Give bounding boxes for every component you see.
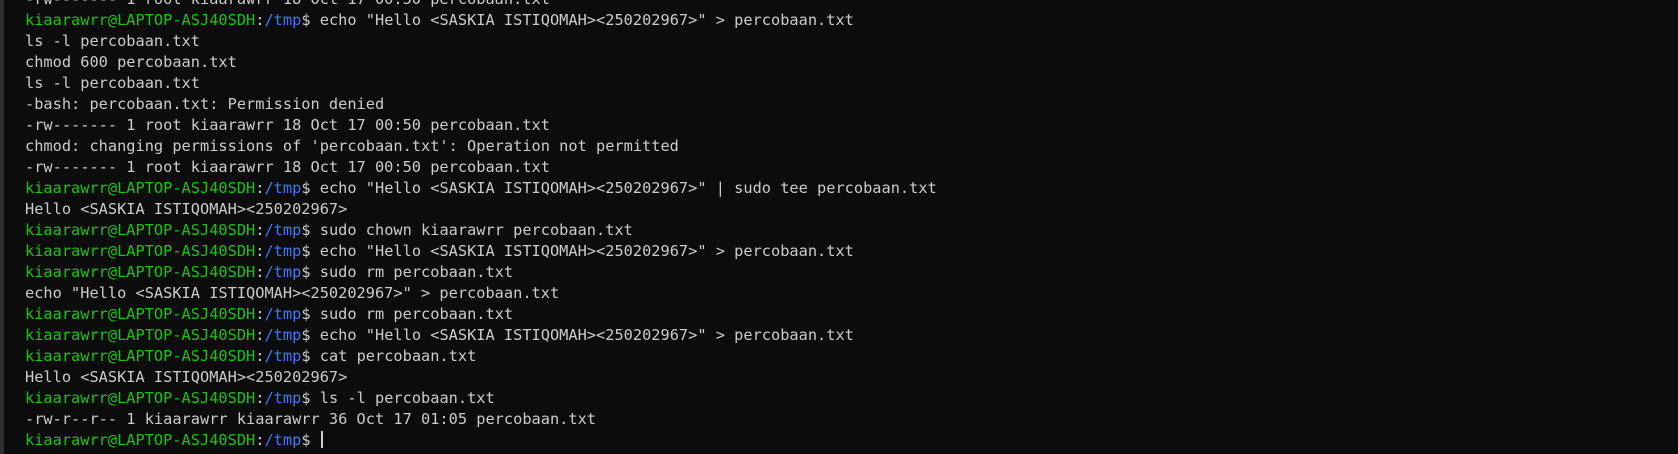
prompt-symbol: $: [301, 305, 320, 323]
command-text: echo "Hello <SASKIA ISTIQOMAH><250202967…: [319, 242, 854, 260]
output-line: Hello <SASKIA ISTIQOMAH><250202967>: [25, 367, 1678, 388]
command-text: sudo rm percobaan.txt: [319, 263, 514, 281]
prompt-line: kiaarawrr@LAPTOP-ASJ40SDH:/tmp$ sudo cho…: [25, 220, 1678, 241]
prompt-path: /tmp: [264, 389, 302, 407]
prompt-user-host: kiaarawrr@LAPTOP-ASJ40SDH: [25, 221, 256, 239]
output-line: chmod 600 percobaan.txt: [25, 52, 1678, 73]
output-line: -rw------- 1 root kiaarawrr 18 Oct 17 00…: [25, 0, 1678, 10]
output-line: echo "Hello <SASKIA ISTIQOMAH><250202967…: [25, 283, 1678, 304]
prompt-symbol: $: [301, 347, 320, 365]
terminal-output[interactable]: -rw------- 1 root kiaarawrr 18 Oct 17 00…: [25, 0, 1678, 451]
prompt-line: kiaarawrr@LAPTOP-ASJ40SDH:/tmp$ cat perc…: [25, 346, 1678, 367]
prompt-line: kiaarawrr@LAPTOP-ASJ40SDH:/tmp$ sudo rm …: [25, 262, 1678, 283]
output-line: -rw-r--r-- 1 kiaarawrr kiaarawrr 36 Oct …: [25, 409, 1678, 430]
prompt-path: /tmp: [264, 242, 302, 260]
prompt-line: kiaarawrr@LAPTOP-ASJ40SDH:/tmp$ echo "He…: [25, 241, 1678, 262]
prompt-path: /tmp: [264, 326, 302, 344]
scrollbar-track[interactable]: [0, 0, 4, 454]
output-text: -rw------- 1 root kiaarawrr 18 Oct 17 00…: [25, 0, 550, 8]
prompt-line: kiaarawrr@LAPTOP-ASJ40SDH:/tmp$ sudo rm …: [25, 304, 1678, 325]
prompt-user-host: kiaarawrr@LAPTOP-ASJ40SDH: [25, 263, 256, 281]
output-text: Hello <SASKIA ISTIQOMAH><250202967>: [25, 200, 348, 218]
prompt-user-host: kiaarawrr@LAPTOP-ASJ40SDH: [25, 11, 256, 29]
prompt-user-host: kiaarawrr@LAPTOP-ASJ40SDH: [25, 179, 256, 197]
prompt-user-host: kiaarawrr@LAPTOP-ASJ40SDH: [25, 347, 256, 365]
prompt-line: kiaarawrr@LAPTOP-ASJ40SDH:/tmp$ ls -l pe…: [25, 388, 1678, 409]
command-text: echo "Hello <SASKIA ISTIQOMAH><250202967…: [319, 326, 854, 344]
command-text: cat percobaan.txt: [319, 347, 477, 365]
active-prompt-line: kiaarawrr@LAPTOP-ASJ40SDH:/tmp$: [25, 430, 1678, 451]
prompt-symbol: $: [301, 221, 320, 239]
prompt-symbol: $: [301, 263, 320, 281]
prompt-user-host: kiaarawrr@LAPTOP-ASJ40SDH: [25, 326, 256, 344]
prompt-symbol: $: [301, 11, 320, 29]
prompt-path: /tmp: [264, 347, 302, 365]
prompt-line: kiaarawrr@LAPTOP-ASJ40SDH:/tmp$ echo "He…: [25, 325, 1678, 346]
output-line: -bash: percobaan.txt: Permission denied: [25, 94, 1678, 115]
prompt-symbol: $: [301, 242, 320, 260]
prompt-symbol: $: [301, 326, 320, 344]
prompt-path: /tmp: [264, 431, 302, 449]
output-text: -rw------- 1 root kiaarawrr 18 Oct 17 00…: [25, 116, 550, 134]
output-line: ls -l percobaan.txt: [25, 31, 1678, 52]
output-line: chmod: changing permissions of 'percobaa…: [25, 136, 1678, 157]
output-text: -rw-r--r-- 1 kiaarawrr kiaarawrr 36 Oct …: [25, 410, 596, 428]
prompt-path: /tmp: [264, 11, 302, 29]
prompt-user-host: kiaarawrr@LAPTOP-ASJ40SDH: [25, 389, 256, 407]
prompt-user-host: kiaarawrr@LAPTOP-ASJ40SDH: [25, 431, 256, 449]
prompt-user-host: kiaarawrr@LAPTOP-ASJ40SDH: [25, 242, 256, 260]
prompt-line: kiaarawrr@LAPTOP-ASJ40SDH:/tmp$ echo "He…: [25, 10, 1678, 31]
prompt-user-host: kiaarawrr@LAPTOP-ASJ40SDH: [25, 305, 256, 323]
terminal-window[interactable]: -rw------- 1 root kiaarawrr 18 Oct 17 00…: [0, 0, 1678, 454]
output-text: echo "Hello <SASKIA ISTIQOMAH><250202967…: [25, 284, 560, 302]
output-text: ls -l percobaan.txt: [25, 74, 200, 92]
command-text: sudo rm percobaan.txt: [319, 305, 514, 323]
text-cursor: [320, 431, 323, 448]
prompt-path: /tmp: [264, 221, 302, 239]
output-line: Hello <SASKIA ISTIQOMAH><250202967>: [25, 199, 1678, 220]
output-text: chmod 600 percobaan.txt: [25, 53, 237, 71]
output-text: -bash: percobaan.txt: Permission denied: [25, 95, 385, 113]
prompt-path: /tmp: [264, 179, 302, 197]
output-line: -rw------- 1 root kiaarawrr 18 Oct 17 00…: [25, 157, 1678, 178]
output-line: ls -l percobaan.txt: [25, 73, 1678, 94]
command-text: ls -l percobaan.txt: [319, 389, 495, 407]
prompt-path: /tmp: [264, 305, 302, 323]
output-text: chmod: changing permissions of 'percobaa…: [25, 137, 679, 155]
output-line: -rw------- 1 root kiaarawrr 18 Oct 17 00…: [25, 115, 1678, 136]
output-text: -rw------- 1 root kiaarawrr 18 Oct 17 00…: [25, 158, 550, 176]
output-text: Hello <SASKIA ISTIQOMAH><250202967>: [25, 368, 348, 386]
prompt-symbol: $: [301, 179, 320, 197]
command-text: echo "Hello <SASKIA ISTIQOMAH><250202967…: [319, 11, 854, 29]
command-text: echo "Hello <SASKIA ISTIQOMAH><250202967…: [319, 179, 937, 197]
prompt-symbol: $: [301, 389, 320, 407]
prompt-line: kiaarawrr@LAPTOP-ASJ40SDH:/tmp$ echo "He…: [25, 178, 1678, 199]
prompt-path: /tmp: [264, 263, 302, 281]
command-text: sudo chown kiaarawrr percobaan.txt: [319, 221, 633, 239]
output-text: ls -l percobaan.txt: [25, 32, 200, 50]
prompt-symbol: $: [301, 431, 320, 449]
